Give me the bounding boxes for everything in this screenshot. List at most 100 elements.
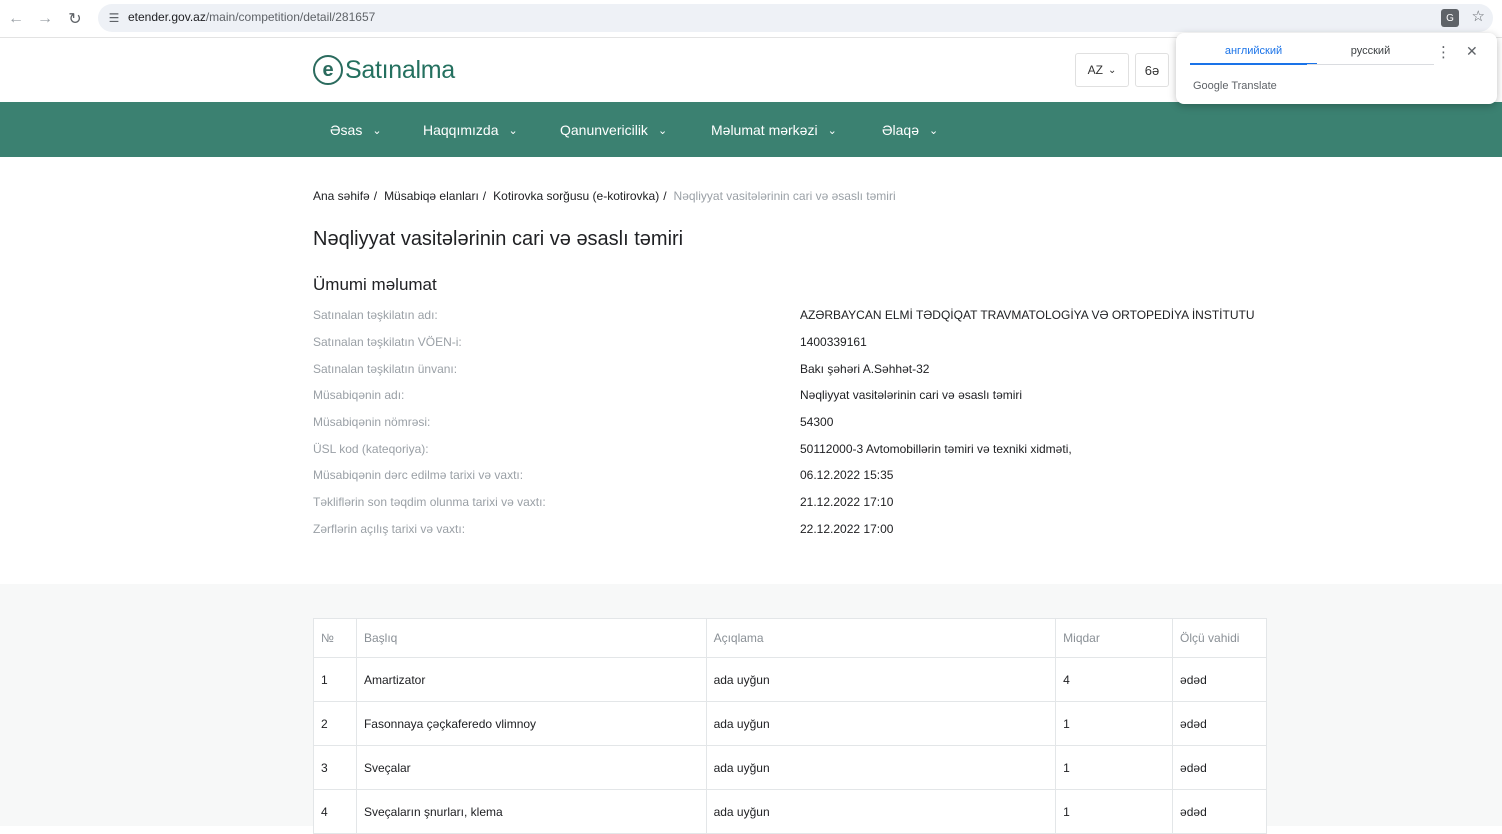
breadcrumb-separator: / — [482, 189, 487, 203]
bookmark-star-icon[interactable]: ☆ — [1472, 7, 1485, 25]
breadcrumb-competitions[interactable]: Müsabiqə elanları — [384, 189, 479, 203]
table-cell: 4 — [313, 789, 357, 834]
info-row: Satınalan təşkilatın ünvanı: Bakı şəhəri… — [313, 362, 1313, 382]
info-row: Müsabiqənin nömrəsi: 54300 — [313, 415, 1313, 435]
info-value: 1400339161 — [800, 335, 867, 349]
info-value: 22.12.2022 17:00 — [800, 522, 894, 536]
breadcrumb-quotation[interactable]: Kotirovka sorğusu (e-kotirovka) — [493, 189, 659, 203]
table-cell: ədəd — [1172, 745, 1267, 790]
menu-item-label: Əlaqə — [882, 122, 920, 138]
info-label: Təkliflərin son təqdim olunma tarixi və … — [313, 495, 546, 509]
menu-item-melumat-merkezi[interactable]: Məlumat mərkəzi ⌄ — [711, 122, 837, 138]
chevron-down-icon: ⌄ — [1107, 64, 1117, 76]
table-cell: Fasonnaya çəçkaferedo vlimnoy — [355, 701, 707, 746]
info-row: ÜSL kod (kateqoriya): 50112000-3 Avtomob… — [313, 442, 1313, 462]
address-bar[interactable]: ☰ etender.gov.az/main/competition/detail… — [98, 4, 1493, 32]
chevron-down-icon: ⌄ — [508, 124, 518, 137]
accessibility-button[interactable]: 6ə — [1135, 53, 1169, 87]
info-value: 50112000-3 Avtomobillərin təmiri və texn… — [800, 442, 1072, 456]
menu-item-esas[interactable]: Əsas ⌄ — [330, 122, 382, 138]
language-label: AZ — [1087, 63, 1103, 77]
translate-tab-russian[interactable]: русский — [1307, 45, 1434, 65]
table-cell: 2 — [313, 701, 357, 746]
info-label: Müsabiqənin dərc edilmə tarixi və vaxtı: — [313, 468, 524, 482]
breadcrumb-separator: / — [663, 189, 667, 203]
info-label: Müsabiqənin nömrəsi: — [313, 415, 431, 429]
info-label: Satınalan təşkilatın adı: — [313, 308, 438, 322]
menu-item-label: Əsas — [330, 122, 363, 138]
info-value: 54300 — [800, 415, 834, 429]
table-row: 3 Sveçalar ada uyğun 1 ədəd — [313, 745, 1267, 790]
menu-item-elaqe[interactable]: Əlaqə ⌄ — [882, 122, 938, 138]
info-value: AZƏRBAYCAN ELMİ TƏDQİQAT TRAVMATOLOGİYA … — [800, 308, 1255, 322]
column-header-number: № — [313, 618, 357, 658]
table-cell: Amartizator — [355, 657, 707, 702]
section-title: Ümumi məlumat — [313, 275, 437, 294]
logo-e-icon: e — [313, 55, 343, 85]
reload-icon[interactable]: ↻ — [63, 7, 87, 31]
table-row: 4 Sveçaların şnurları, klema ada uyğun 1… — [313, 789, 1267, 834]
info-value: 21.12.2022 17:10 — [800, 495, 894, 509]
table-cell: ada uyğun — [705, 745, 1057, 790]
info-row: Təkliflərin son təqdim olunma tarixi və … — [313, 495, 1313, 515]
menu-item-qanunvericilik[interactable]: Qanunvericilik ⌄ — [560, 122, 667, 138]
info-value: Nəqliyyat vasitələrinin cari və əsaslı t… — [800, 388, 1023, 402]
table-header-row: № Başlıq Açıqlama Miqdar Ölçü vahidi — [313, 618, 1267, 658]
more-vert-icon[interactable]: ⋮ — [1436, 43, 1451, 61]
logo-text: Satınalma — [345, 55, 455, 84]
table-cell: Sveçaların şnurları, klema — [355, 789, 707, 834]
menu-item-label: Qanunvericilik — [560, 122, 648, 138]
column-header-unit: Ölçü vahidi — [1172, 618, 1267, 658]
table-cell: 1 — [1055, 701, 1174, 746]
table-cell: 4 — [1055, 657, 1174, 702]
items-table: № Başlıq Açıqlama Miqdar Ölçü vahidi 1 A… — [313, 618, 1267, 834]
close-icon[interactable]: ✕ — [1466, 43, 1478, 60]
info-label: Zərflərin açılış tarixi və vaxtı: — [313, 522, 466, 536]
main-navigation: Əsas ⌄ Haqqımızda ⌄ Qanunvericilik ⌄ Məluma… — [0, 102, 1502, 157]
menu-item-haqqimizda[interactable]: Haqqımızda ⌄ — [423, 122, 518, 138]
table-cell: ədəd — [1172, 701, 1267, 746]
accessibility-label: 6ə — [1144, 62, 1160, 78]
forward-arrow-icon[interactable]: → — [33, 7, 57, 31]
info-label: Satınalan təşkilatın ünvanı: — [313, 362, 458, 376]
table-cell: 1 — [313, 657, 357, 702]
table-cell: 3 — [313, 745, 357, 790]
table-cell: ada uyğun — [705, 657, 1057, 702]
chevron-down-icon: ⌄ — [827, 124, 837, 137]
table-cell: ada uyğun — [705, 701, 1057, 746]
breadcrumb-current: Nəqliyyat vasitələrinin cari və əsaslı t… — [673, 189, 896, 203]
info-row: Müsabiqənin adı: Nəqliyyat vasitələrinin… — [313, 388, 1313, 408]
translate-tab-english[interactable]: английский — [1190, 45, 1317, 65]
info-row: Zərflərin açılış tarixi və vaxtı: 22.12.… — [313, 522, 1313, 542]
language-selector[interactable]: AZ ⌄ — [1075, 53, 1129, 87]
breadcrumb-separator: / — [373, 189, 378, 203]
table-row: 1 Amartizator ada uyğun 4 ədəd — [313, 657, 1267, 702]
url-text: etender.gov.az/main/competition/detail/2… — [128, 10, 375, 24]
breadcrumb: Ana səhifə / Müsabiqə elanları / Kotirovka… — [313, 189, 896, 203]
column-header-title: Başlıq — [355, 618, 707, 658]
site-settings-icon[interactable]: ☰ — [106, 10, 122, 26]
table-cell: Sveçalar — [355, 745, 707, 790]
menu-item-label: Haqqımızda — [423, 122, 499, 138]
info-value: 06.12.2022 15:35 — [800, 468, 894, 482]
page-title: Nəqliyyat vasitələrinin cari və əsaslı t… — [313, 228, 684, 250]
table-cell: ədəd — [1172, 789, 1267, 834]
info-label: Müsabiqənin adı: — [313, 388, 405, 402]
info-label: ÜSL kod (kateqoriya): — [313, 442, 429, 456]
table-cell: ədəd — [1172, 657, 1267, 702]
back-arrow-icon[interactable]: ← — [4, 7, 28, 31]
table-cell: 1 — [1055, 789, 1174, 834]
info-row: Satınalan təşkilatın adı: AZƏRBAYCAN ELM… — [313, 308, 1313, 328]
table-cell: ada uyğun — [705, 789, 1057, 834]
translate-popup: английский русский ⋮ ✕ Google Translate — [1176, 33, 1497, 104]
info-label: Satınalan təşkilatın VÖEN-i: — [313, 335, 462, 349]
chevron-down-icon: ⌄ — [657, 124, 668, 137]
translate-icon[interactable]: G — [1441, 9, 1459, 27]
url-path: /main/competition/detail/281657 — [205, 10, 376, 24]
chevron-down-icon: ⌄ — [929, 124, 939, 137]
logo[interactable]: e Satınalma — [313, 54, 455, 86]
column-header-quantity: Miqdar — [1055, 618, 1174, 658]
url-host: etender.gov.az — [128, 10, 206, 24]
chevron-down-icon: ⌄ — [372, 124, 382, 137]
breadcrumb-home[interactable]: Ana səhifə — [313, 189, 370, 203]
